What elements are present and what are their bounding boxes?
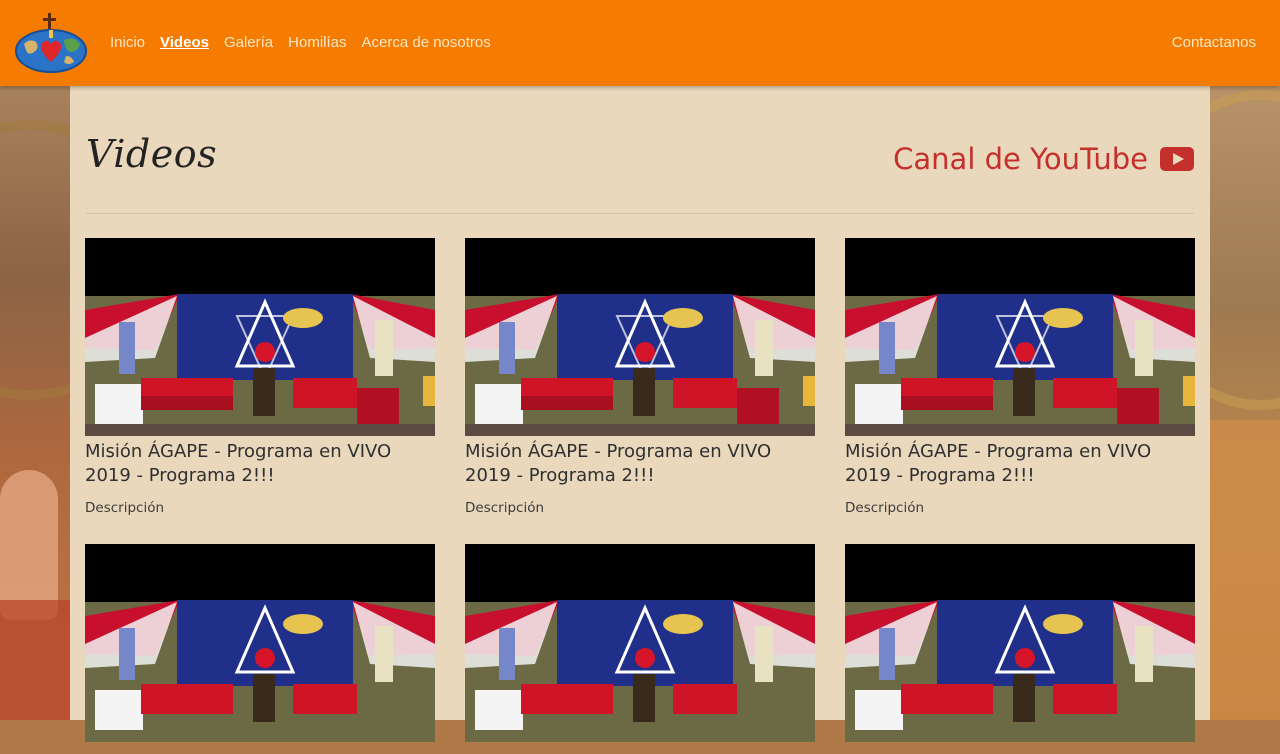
nav-contactanos[interactable]: Contactanos — [1172, 34, 1256, 51]
site-logo[interactable] — [14, 12, 88, 74]
main-nav: Inicio Videos Galería Homilías Acerca de… — [110, 34, 506, 51]
nav-homilias[interactable]: Homilías — [288, 34, 346, 51]
youtube-channel-label: Canal de YouTube — [893, 142, 1148, 176]
painted-hand — [0, 470, 58, 620]
nav-galeria[interactable]: Galería — [224, 34, 273, 51]
video-thumbnail[interactable] — [85, 544, 435, 742]
video-card: Misión ÁGAPE - Programa en VIVO 2019 - P… — [85, 238, 435, 516]
video-thumbnail[interactable] — [465, 544, 815, 742]
painted-robe-left — [0, 600, 70, 720]
video-description: Descripción — [85, 500, 165, 516]
video-card: Misión ÁGAPE - Programa en VIVO 2019 - P… — [465, 238, 815, 516]
video-thumbnail[interactable] — [845, 544, 1195, 742]
video-thumbnail[interactable] — [465, 238, 815, 436]
nav-videos[interactable]: Videos — [160, 34, 209, 51]
video-card — [845, 544, 1195, 754]
top-navbar: Inicio Videos Galería Homilías Acerca de… — [0, 0, 1280, 86]
video-description: Descripción — [845, 500, 925, 516]
page-title: Videos — [86, 132, 218, 176]
main-panel: Videos Canal de YouTube Misión ÁGAPE - P… — [70, 86, 1210, 742]
youtube-channel-link[interactable]: Canal de YouTube — [893, 142, 1194, 176]
video-thumbnail[interactable] — [85, 238, 435, 436]
nav-inicio[interactable]: Inicio — [110, 34, 145, 51]
video-title[interactable]: Misión ÁGAPE - Programa en VIVO 2019 - P… — [465, 440, 815, 488]
video-description: Descripción — [465, 500, 545, 516]
video-card — [85, 544, 435, 754]
video-title[interactable]: Misión ÁGAPE - Programa en VIVO 2019 - P… — [845, 440, 1195, 488]
video-thumbnail[interactable] — [845, 238, 1195, 436]
youtube-icon — [1160, 147, 1194, 171]
video-card: Misión ÁGAPE - Programa en VIVO 2019 - P… — [845, 238, 1195, 516]
video-grid: Misión ÁGAPE - Programa en VIVO 2019 - P… — [85, 238, 1195, 754]
video-title[interactable]: Misión ÁGAPE - Programa en VIVO 2019 - P… — [85, 440, 435, 488]
video-card — [465, 544, 815, 754]
painted-robe-right — [1210, 420, 1280, 720]
divider — [86, 213, 1194, 214]
nav-acerca[interactable]: Acerca de nosotros — [362, 34, 491, 51]
